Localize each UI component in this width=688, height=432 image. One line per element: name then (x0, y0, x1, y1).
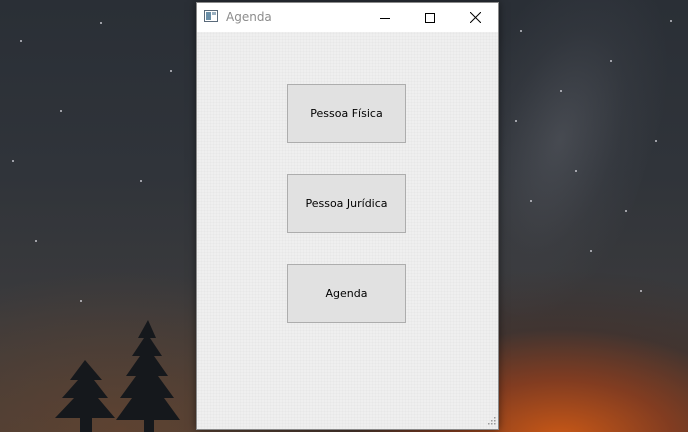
minimize-icon (379, 17, 390, 19)
close-icon (470, 12, 481, 23)
star (610, 60, 612, 62)
star (655, 140, 657, 142)
star (575, 170, 577, 172)
star (520, 30, 522, 32)
resize-grip-icon[interactable] (486, 417, 496, 427)
star (12, 160, 14, 162)
pessoa-fisica-button[interactable]: Pessoa Física (287, 84, 406, 143)
star (80, 300, 82, 302)
agenda-window: Agenda Pessoa Física Pessoa Jurídica Age… (196, 2, 499, 430)
window-title: Agenda (226, 10, 272, 24)
title-bar[interactable]: Agenda (197, 3, 498, 32)
star (35, 240, 37, 242)
agenda-button[interactable]: Agenda (287, 264, 406, 323)
tree-silhouette (55, 320, 180, 432)
maximize-icon (424, 12, 435, 23)
star (625, 210, 627, 212)
minimize-button[interactable] (362, 3, 407, 32)
star (140, 180, 142, 182)
star (20, 40, 22, 42)
star (590, 250, 592, 252)
star (170, 70, 172, 72)
star (530, 200, 532, 202)
maximize-button[interactable] (407, 3, 452, 32)
star (60, 110, 62, 112)
app-icon (204, 10, 218, 22)
star (515, 120, 517, 122)
window-client-area: Pessoa Física Pessoa Jurídica Agenda (197, 32, 498, 429)
close-button[interactable] (453, 3, 498, 32)
star (100, 22, 102, 24)
star (560, 90, 562, 92)
pessoa-juridica-button[interactable]: Pessoa Jurídica (287, 174, 406, 233)
star (670, 20, 672, 22)
star (640, 290, 642, 292)
